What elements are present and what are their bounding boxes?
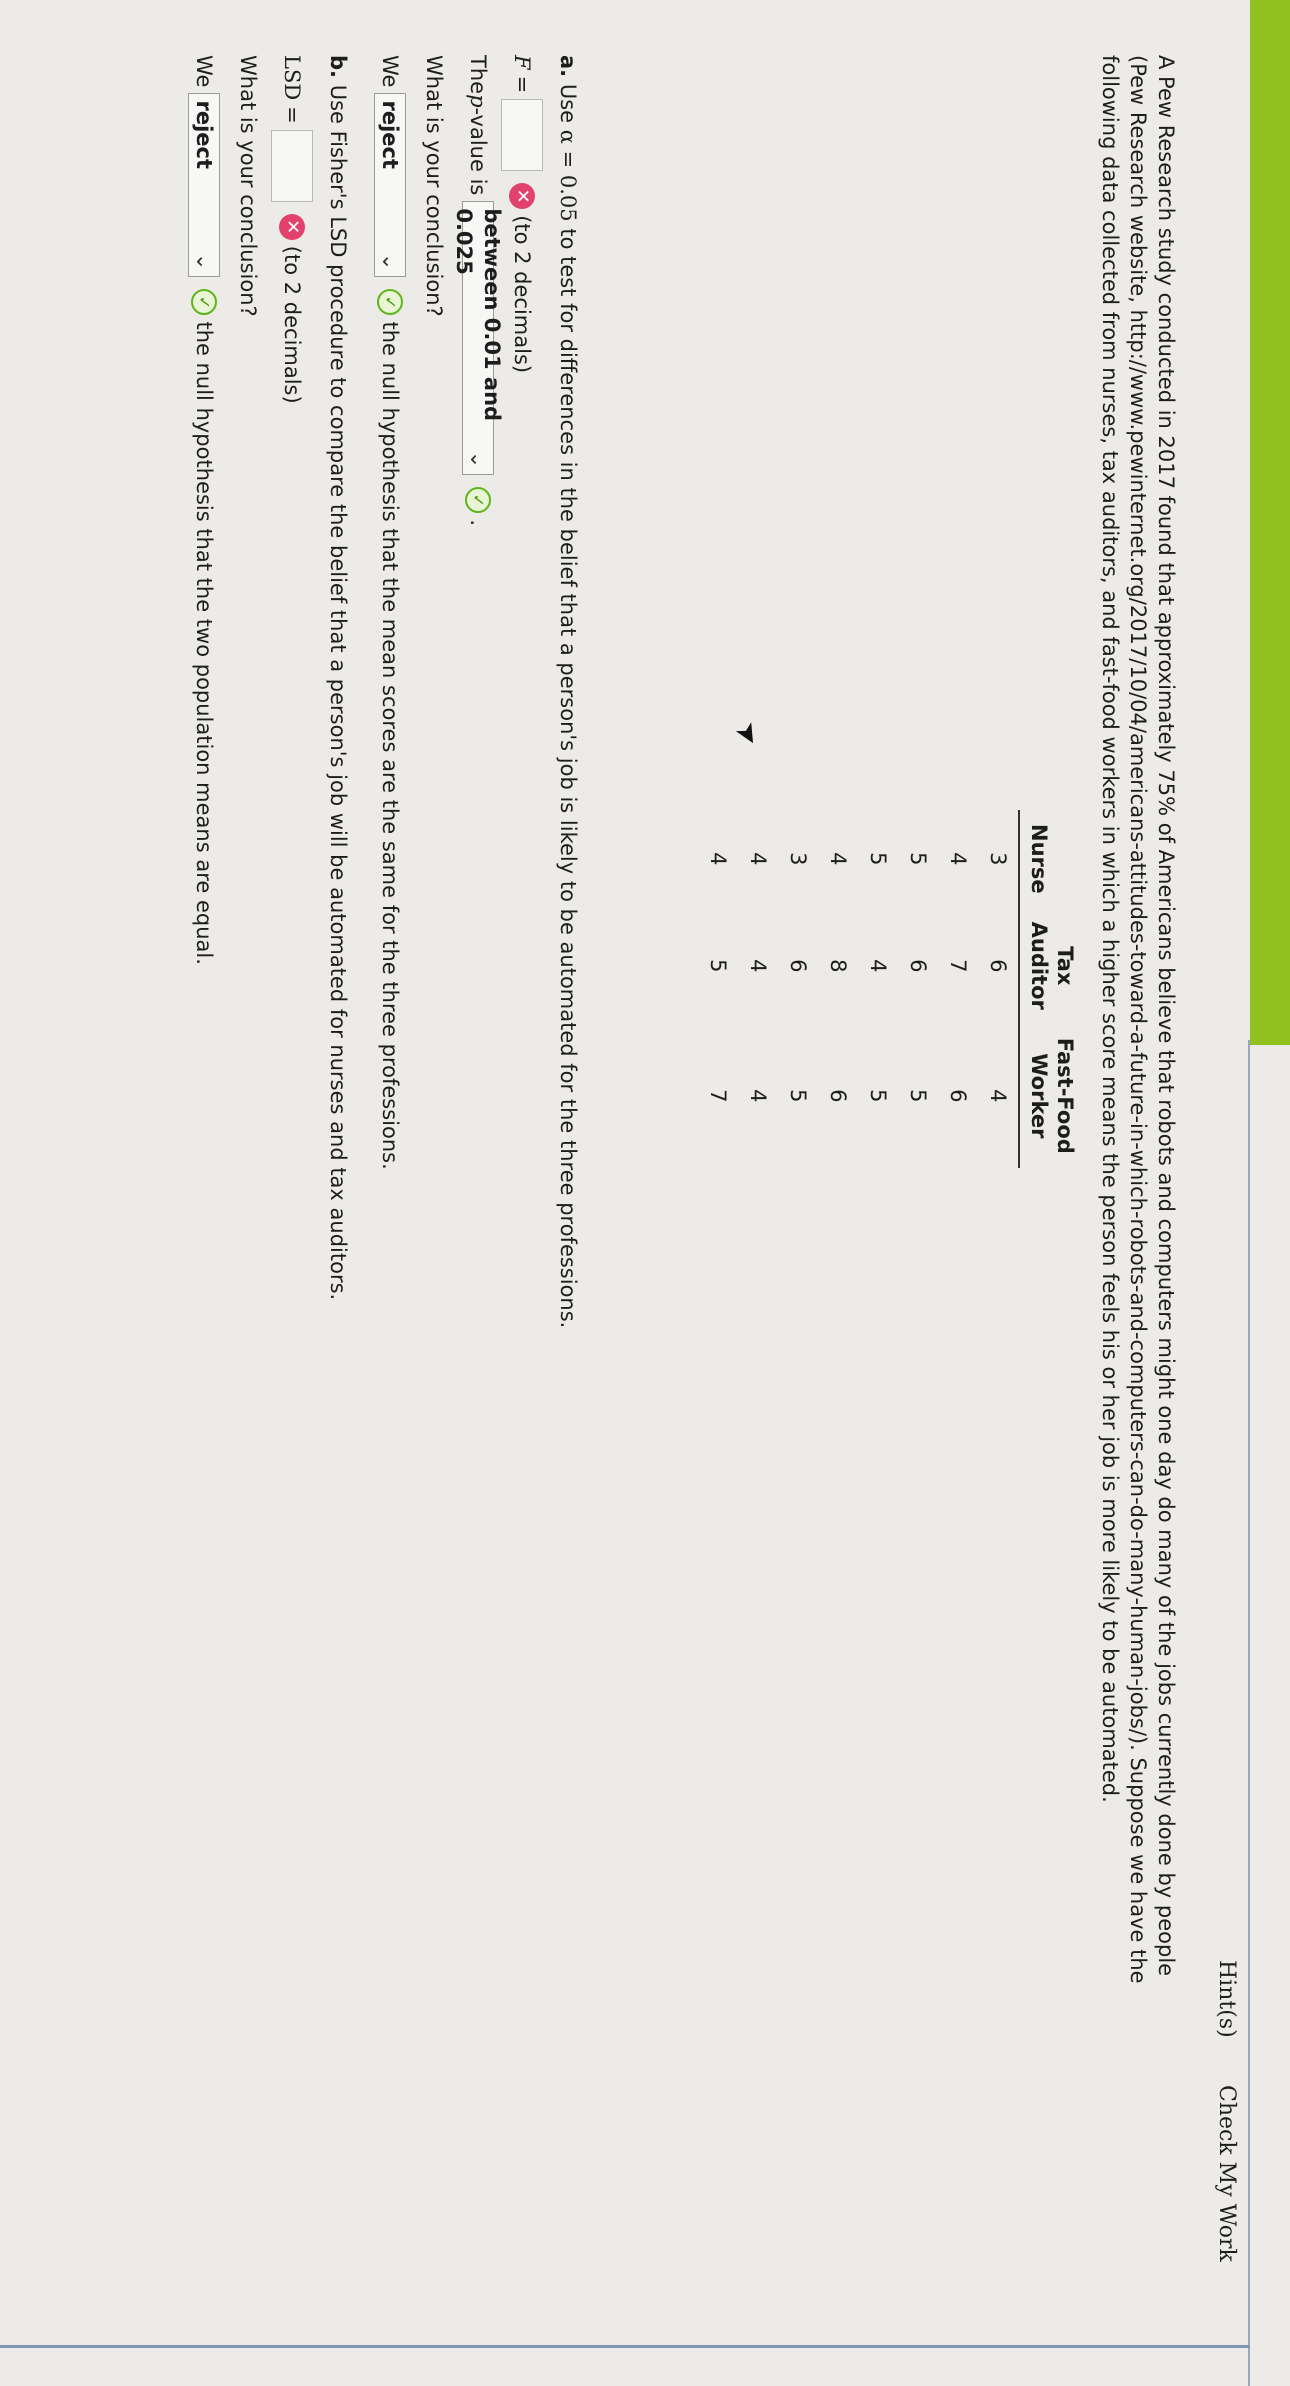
col-header-nurse: Nurse — [1019, 810, 1078, 908]
table-cell: 7 — [706, 1089, 730, 1103]
part-a-label: a. — [556, 55, 580, 78]
conclusion-text-a: the null hypothesis that the mean scores… — [378, 321, 402, 1170]
col-header-fast-food-worker: Fast-Food Worker — [1019, 1023, 1078, 1168]
col-header-tax-auditor: Tax Auditor — [1019, 907, 1078, 1024]
chevron-down-icon: ⌄ — [192, 252, 216, 271]
table-cell: 5 — [706, 959, 730, 973]
conclusion-question-text: What is your conclusion? — [422, 55, 446, 317]
p-symbol: p — [466, 94, 490, 108]
decision-select-a[interactable]: reject ⌄ — [374, 93, 406, 278]
chevron-down-icon: ⌄ — [378, 252, 402, 271]
table-cell: 4 — [986, 1089, 1010, 1103]
table-cell: 4 — [746, 852, 770, 866]
table-cell: 5 — [906, 1089, 930, 1103]
conclusion-row-a: We reject ⌄ ✓ the null hypothesis that th… — [368, 55, 412, 2015]
table-cell: 4 — [746, 1089, 770, 1103]
intro-paragraph: A Pew Research study conducted in 2017 f… — [1098, 55, 1178, 1984]
left-accent-bar — [1250, 0, 1290, 1045]
part-a-prompt: a. Use α = 0.05 to test for differences … — [554, 55, 582, 2015]
table-cell: 4 — [866, 959, 890, 973]
p-pre: The — [466, 55, 490, 95]
conclusion-text-b: the null hypothesis that the two populat… — [192, 321, 216, 965]
table-cell: 4 — [826, 852, 850, 866]
check-mark-icon: ✓ — [465, 487, 491, 514]
check-mark-icon: ✓ — [191, 289, 217, 316]
table-cell: 6 — [946, 1089, 970, 1103]
question-content: A Pew Research study conducted in 2017 f… — [182, 55, 1180, 2015]
table-cell: 3 — [986, 852, 1010, 866]
x-mark-icon: ✕ — [279, 213, 305, 240]
part-b-prompt: b. Use Fisher's LSD procedure to compare… — [324, 55, 352, 2015]
part-b-label: b. — [326, 55, 350, 79]
p-value-select[interactable]: between 0.01 and 0.025 ⌄ — [452, 201, 504, 476]
f-stat-input[interactable] — [501, 99, 543, 172]
decision-selected: reject — [192, 100, 216, 169]
data-table-container: Nurse Tax Auditor Fast-Food Worker 3 6 4 4 7 6… — [598, 810, 1078, 1170]
top-divider — [1248, 1040, 1250, 2386]
table-cell: 6 — [826, 1089, 850, 1103]
p-value-row: The p -value is between 0.01 and 0.025 ⌄ ✓… — [452, 55, 504, 2015]
table-header-row: Nurse Tax Auditor Fast-Food Worker — [1019, 810, 1078, 1168]
table-row: 3 6 5 — [778, 810, 818, 1168]
check-mark-icon: ✓ — [377, 289, 403, 316]
table-cell: 8 — [826, 959, 850, 973]
check-my-work-link[interactable]: Check My Work — [1214, 2085, 1239, 2262]
x-mark-icon: ✕ — [509, 183, 535, 210]
conclusion-row-b: We reject ⌄ ✓ the null hypothesis that th… — [182, 55, 226, 2015]
part-a: a. Use α = 0.05 to test for differences … — [368, 55, 582, 2015]
lsd-row: LSD = ✕ (to 2 decimals) — [270, 55, 314, 2015]
table-cell: 4 — [746, 959, 770, 973]
table-cell: 5 — [906, 852, 930, 866]
we-label: We — [192, 55, 216, 88]
chevron-down-icon: ⌄ — [466, 450, 490, 469]
lsd-note: (to 2 decimals) — [280, 245, 304, 404]
table-cell: 4 — [706, 852, 730, 866]
p-end: . — [466, 519, 490, 527]
part-a-prompt-post: to test for differences in the belief th… — [556, 221, 580, 1329]
part-a-prompt-pre: Use — [556, 83, 580, 130]
conclusion-question-b: What is your conclusion? — [226, 55, 270, 2015]
table-row: 4 7 6 — [938, 810, 978, 1168]
table-row: 5 4 5 — [858, 810, 898, 1168]
table-row: 4 8 6 — [818, 810, 858, 1168]
conclusion-question-text: What is your conclusion? — [236, 55, 260, 317]
f-equals: = — [510, 75, 534, 94]
part-b-prompt-text: Use Fisher's LSD procedure to compare th… — [326, 84, 350, 1301]
page: Hint(s) Check My Work A Pew Research stu… — [0, 0, 1290, 2386]
table-row: 4 4 4 — [738, 810, 778, 1168]
table-cell: 6 — [906, 959, 930, 973]
part-b: b. Use Fisher's LSD procedure to compare… — [182, 55, 352, 2015]
f-label: F — [510, 55, 534, 70]
p-value-selected: between 0.01 and 0.025 — [452, 208, 504, 422]
lsd-input[interactable] — [271, 129, 313, 202]
decision-select-b[interactable]: reject ⌄ — [188, 93, 220, 278]
lsd-equals: = — [280, 106, 304, 124]
help-toolbar: Hint(s) Check My Work — [1205, 1940, 1245, 2300]
lsd-label: LSD — [280, 55, 304, 101]
f-stat-row: F = ✕ (to 2 decimals) — [500, 55, 544, 2015]
table-row: 3 6 4 — [978, 810, 1019, 1168]
table-row: 4 5 7 — [698, 810, 738, 1168]
table-cell: 5 — [866, 1089, 890, 1103]
table-cell: 6 — [786, 959, 810, 973]
we-label: We — [378, 55, 402, 88]
table-cell: 4 — [946, 852, 970, 866]
table-cell: 5 — [866, 852, 890, 866]
table-row: 5 6 5 — [898, 810, 938, 1168]
data-table: Nurse Tax Auditor Fast-Food Worker 3 6 4 4 7 6… — [698, 810, 1078, 1168]
right-divider — [0, 2345, 1250, 2348]
p-post: -value is — [466, 107, 490, 196]
table-cell: 7 — [946, 959, 970, 973]
table-cell: 3 — [786, 852, 810, 866]
f-note: (to 2 decimals) — [510, 215, 534, 374]
table-cell: 5 — [786, 1089, 810, 1103]
table-cell: 6 — [986, 959, 1010, 973]
decision-selected: reject — [378, 100, 402, 169]
hints-link[interactable]: Hint(s) — [1214, 1960, 1239, 2038]
alpha-value: α = 0.05 — [556, 129, 580, 222]
